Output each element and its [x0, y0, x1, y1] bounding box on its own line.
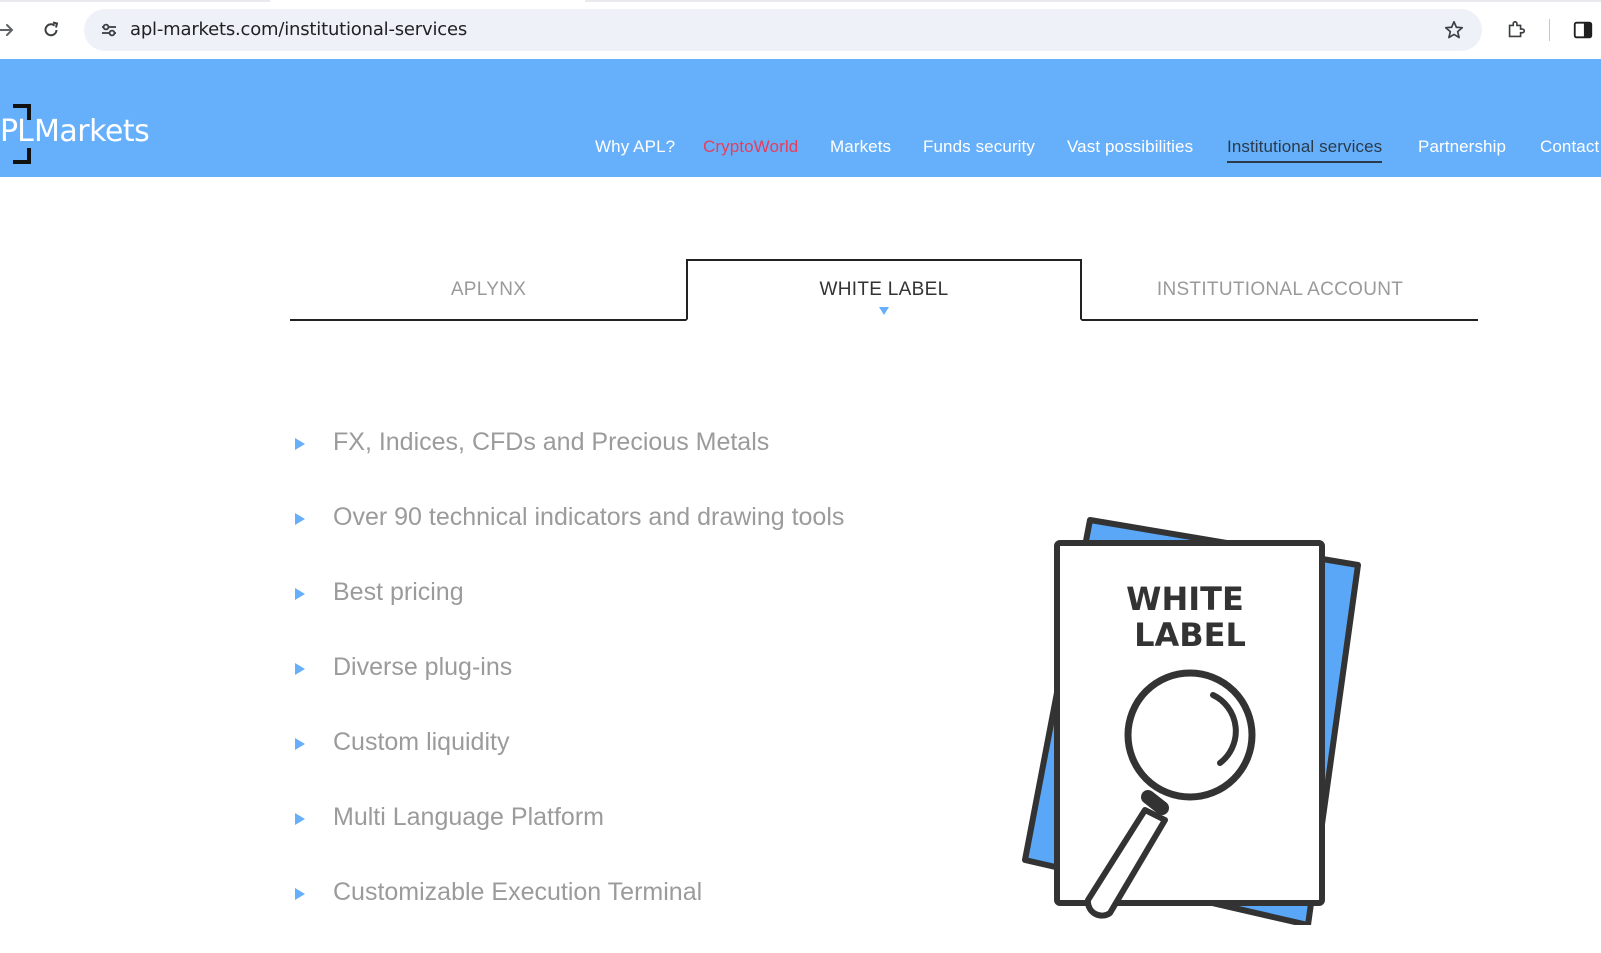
triangle-bullet-icon: [295, 588, 305, 600]
tab-white-label[interactable]: WHITE LABEL: [686, 259, 1082, 321]
feature-text: Custom liquidity: [333, 728, 510, 756]
extensions-icon[interactable]: [1500, 14, 1532, 46]
white-label-illustration: WHITE LABEL: [1020, 515, 1380, 928]
url-text[interactable]: apl-markets.com/institutional-services: [130, 19, 467, 40]
triangle-bullet-icon: [295, 663, 305, 675]
toolbar-separator: [1549, 19, 1550, 41]
tab-label: WHITE LABEL: [819, 279, 949, 300]
address-bar[interactable]: apl-markets.com/institutional-services: [84, 9, 1482, 51]
bookmark-star-icon[interactable]: [1438, 14, 1470, 46]
triangle-bullet-icon: [295, 738, 305, 750]
main-navigation: Why APL? CryptoWorld Markets Funds secur…: [0, 137, 1601, 167]
list-item: Over 90 technical indicators and drawing…: [290, 503, 990, 578]
feature-text: Over 90 technical indicators and drawing…: [333, 503, 845, 531]
service-tabs: APLYNX WHITE LABEL INSTITUTIONAL ACCOUNT: [290, 259, 1478, 321]
site-header: PL Markets Why APL? CryptoWorld Markets …: [0, 59, 1601, 177]
feature-text: Multi Language Platform: [333, 803, 604, 831]
triangle-bullet-icon: [295, 888, 305, 900]
nav-vast-possibilities[interactable]: Vast possibilities: [1067, 137, 1193, 157]
list-item: Custom liquidity: [290, 728, 990, 803]
nav-why-apl[interactable]: Why APL?: [595, 137, 675, 157]
triangle-bullet-icon: [295, 513, 305, 525]
feature-text: FX, Indices, CFDs and Precious Metals: [333, 428, 770, 456]
feature-text: Customizable Execution Terminal: [333, 878, 703, 906]
active-tab-caret-icon: [879, 307, 889, 315]
illustration-line2: LABEL: [1134, 616, 1246, 654]
nav-cryptoworld[interactable]: CryptoWorld: [703, 137, 798, 157]
triangle-bullet-icon: [295, 813, 305, 825]
list-item: Diverse plug-ins: [290, 653, 990, 728]
feature-list: FX, Indices, CFDs and Precious Metals Ov…: [290, 428, 990, 953]
nav-partnership[interactable]: Partnership: [1418, 137, 1506, 157]
nav-funds-security[interactable]: Funds security: [923, 137, 1035, 157]
list-item: FX, Indices, CFDs and Precious Metals: [290, 428, 990, 503]
feature-text: Best pricing: [333, 578, 464, 606]
nav-institutional-services[interactable]: Institutional services: [1227, 137, 1383, 163]
side-panel-icon[interactable]: [1567, 14, 1599, 46]
list-item: Customizable Execution Terminal: [290, 878, 990, 953]
list-item: Best pricing: [290, 578, 990, 653]
reload-icon[interactable]: [35, 14, 67, 46]
tab-strip-edge: [0, 0, 1601, 2]
browser-toolbar: apl-markets.com/institutional-services: [0, 0, 1601, 59]
list-item: Multi Language Platform: [290, 803, 990, 878]
feature-text: Diverse plug-ins: [333, 653, 513, 681]
tab-institutional-account[interactable]: INSTITUTIONAL ACCOUNT: [1082, 259, 1478, 321]
nav-markets[interactable]: Markets: [830, 137, 891, 157]
tab-aplynx[interactable]: APLYNX: [290, 259, 687, 321]
tab-label: INSTITUTIONAL ACCOUNT: [1156, 279, 1404, 300]
triangle-bullet-icon: [295, 438, 305, 450]
illustration-line1: WHITE: [1126, 580, 1244, 618]
site-settings-icon[interactable]: [93, 14, 125, 46]
tab-label: APLYNX: [450, 279, 527, 300]
forward-icon[interactable]: [0, 14, 22, 46]
nav-contact[interactable]: Contact: [1540, 137, 1599, 157]
